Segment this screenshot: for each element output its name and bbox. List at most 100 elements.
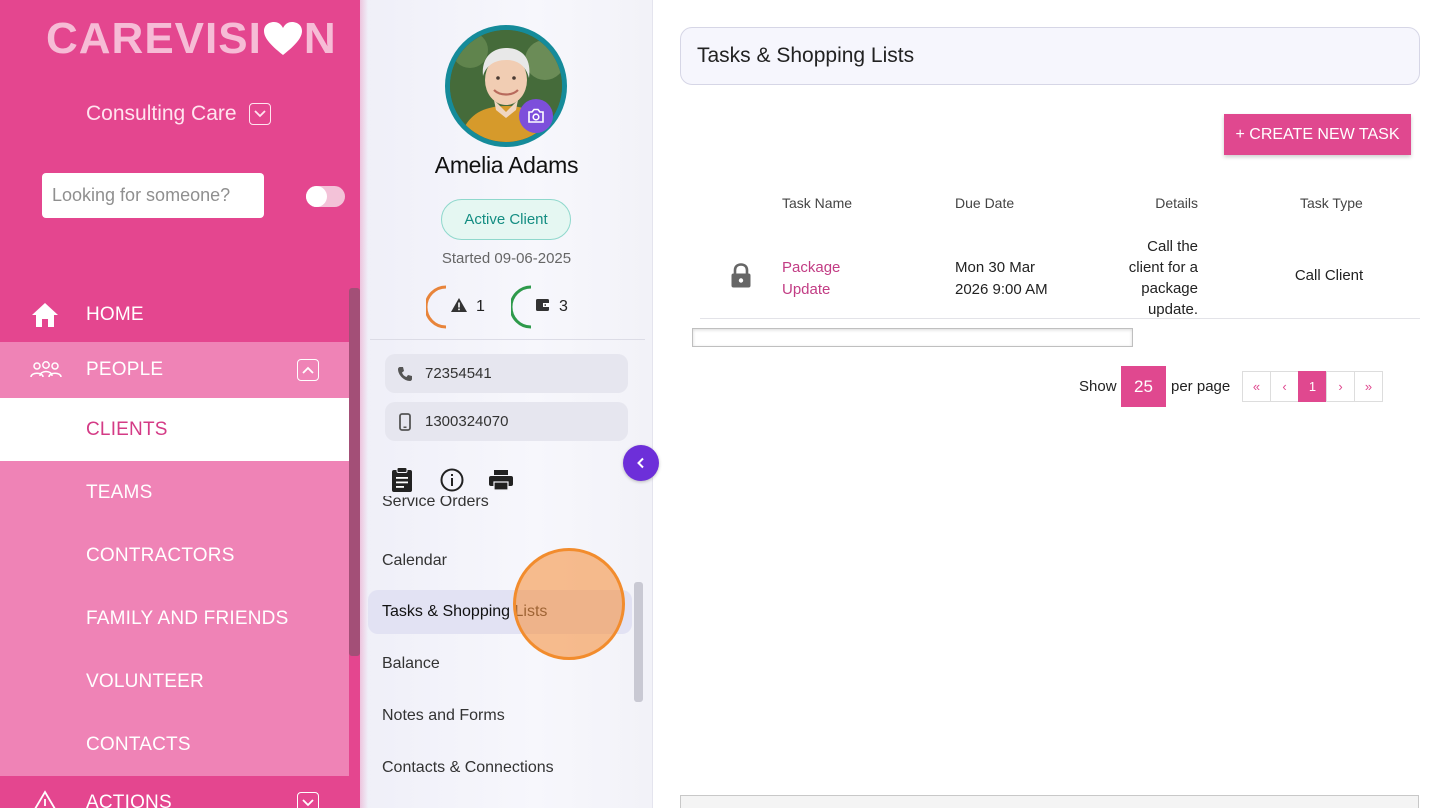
chevron-down-icon[interactable] xyxy=(248,103,271,125)
divider xyxy=(370,339,645,340)
org-name: Consulting Care xyxy=(86,102,237,125)
nav-volunteer[interactable]: VOLUNTEER xyxy=(0,650,349,713)
info-icon[interactable] xyxy=(438,466,466,494)
table-scrollbar[interactable] xyxy=(692,328,1133,347)
click-highlight xyxy=(513,548,625,660)
menu-item-label: Contacts & Connections xyxy=(382,759,554,776)
wallet-ring-icon xyxy=(511,285,532,329)
nav-clients[interactable]: CLIENTS xyxy=(0,398,349,461)
task-name-line: Update xyxy=(782,281,831,298)
menu-item-contacts[interactable]: Contacts & Connections xyxy=(368,746,632,790)
phone-number: 72354541 xyxy=(425,365,492,382)
wallet-icon xyxy=(535,297,551,318)
alerts-stat[interactable]: 1 xyxy=(426,284,485,330)
details-line: client for a xyxy=(1128,259,1198,276)
prev-page-button[interactable]: ‹ xyxy=(1270,371,1299,402)
logo-text-right: N xyxy=(303,14,337,63)
nav-contacts-label: CONTACTS xyxy=(86,733,191,755)
create-task-button[interactable]: + CREATE NEW TASK xyxy=(1224,114,1411,155)
nav-family-and-friends[interactable]: FAMILY AND FRIENDS xyxy=(0,587,349,650)
client-panel: Amelia Adams Active Client Started 09-06… xyxy=(360,0,653,808)
task-type: Call Client xyxy=(1294,267,1364,284)
next-page-button[interactable]: › xyxy=(1326,371,1355,402)
phone-field[interactable]: 72354541 xyxy=(385,354,628,393)
nav-teams[interactable]: TEAMS xyxy=(0,461,349,524)
wallet-count: 3 xyxy=(559,298,568,315)
nav-teams-label: TEAMS xyxy=(86,481,153,503)
pagination: « ‹ 1 › » xyxy=(1242,371,1383,402)
nav-clients-label: CLIENTS xyxy=(86,418,168,440)
sidebar-scrollbar[interactable] xyxy=(349,288,360,656)
column-header-details[interactable]: Details xyxy=(1150,195,1198,211)
menu-item-label: Balance xyxy=(382,655,440,672)
details-line: Call the xyxy=(1147,238,1198,255)
warning-icon xyxy=(450,297,468,318)
carevision-logo[interactable]: CAREVISI N xyxy=(46,14,337,68)
home-icon xyxy=(30,301,60,329)
column-header-task-type[interactable]: Task Type xyxy=(1300,195,1363,211)
show-label: Show xyxy=(1079,378,1117,395)
org-selector[interactable]: Consulting Care xyxy=(86,102,271,126)
client-start-date: Started 09-06-2025 xyxy=(441,250,572,267)
per-page-select[interactable]: 25 xyxy=(1121,366,1166,407)
page-title: Tasks & Shopping Lists xyxy=(697,44,915,67)
nav-actions[interactable]: ACTIONS xyxy=(0,776,349,808)
lock-icon xyxy=(730,263,752,294)
details-line: package xyxy=(1141,280,1198,297)
task-name-line: Package xyxy=(782,259,841,276)
nav-contacts[interactable]: CONTACTS xyxy=(0,713,349,776)
chevron-left-icon xyxy=(637,457,644,469)
nav-contractors[interactable]: CONTRACTORS xyxy=(0,524,349,587)
view-toggle[interactable] xyxy=(306,186,345,207)
nav-actions-label: ACTIONS xyxy=(86,792,172,808)
wallet-stat[interactable]: 3 xyxy=(511,284,568,330)
task-due-date: Mon 30 Mar 2026 9:00 AM xyxy=(955,257,1075,301)
column-header-due-date[interactable]: Due Date xyxy=(955,195,1014,211)
client-name: Amelia Adams xyxy=(434,152,579,178)
warning-icon xyxy=(30,790,60,808)
menu-item-notes[interactable]: Notes and Forms xyxy=(368,694,632,738)
nav-people[interactable]: PEOPLE xyxy=(0,342,349,398)
mobile-field[interactable]: 1300324070 xyxy=(385,402,628,441)
nav-family-label: FAMILY AND FRIENDS xyxy=(86,607,289,629)
nav-home-label: HOME xyxy=(86,303,144,325)
due-date-line: 2026 9:00 AM xyxy=(955,281,1048,298)
page-button-current[interactable]: 1 xyxy=(1298,371,1327,402)
nav-contractors-label: CONTRACTORS xyxy=(86,544,235,566)
mobile-number: 1300324070 xyxy=(425,413,509,430)
chevron-up-icon[interactable] xyxy=(297,359,319,381)
print-icon[interactable] xyxy=(487,466,515,494)
client-avatar[interactable] xyxy=(445,25,567,147)
status-badge: Active Client xyxy=(441,199,571,240)
task-details: Call the client for a package update. xyxy=(1108,236,1198,320)
people-icon xyxy=(30,360,62,380)
last-page-button[interactable]: » xyxy=(1354,371,1383,402)
people-search-input[interactable] xyxy=(42,173,264,218)
phone-icon xyxy=(385,366,425,382)
nav-people-label: PEOPLE xyxy=(86,359,164,380)
chevron-down-icon[interactable] xyxy=(297,792,319,808)
first-page-button[interactable]: « xyxy=(1242,371,1271,402)
logo-text-left: CAREVISI xyxy=(46,14,262,63)
collapse-panel-button[interactable] xyxy=(623,445,659,481)
menu-item-label: Calendar xyxy=(382,552,447,569)
menu-item-service-orders[interactable]: Service Orders xyxy=(368,496,632,516)
menu-item-label: Notes and Forms xyxy=(382,707,505,724)
menu-item-label: Service Orders xyxy=(382,496,489,510)
toggle-knob xyxy=(306,186,327,207)
bottom-scrollbar[interactable] xyxy=(680,795,1419,808)
alerts-ring-icon xyxy=(426,285,447,329)
task-name-link[interactable]: Package Update xyxy=(782,257,872,301)
clipboard-icon[interactable] xyxy=(388,466,416,494)
column-header-task-name[interactable]: Task Name xyxy=(782,195,852,211)
details-line: update. xyxy=(1147,301,1198,318)
main-sidebar: CAREVISI N Consulting Care HOME PEOPLE CL… xyxy=(0,0,360,808)
camera-icon[interactable] xyxy=(519,99,553,133)
mobile-icon xyxy=(385,412,425,431)
menu-scrollbar[interactable] xyxy=(634,582,643,702)
due-date-line: Mon 30 Mar xyxy=(955,259,1036,276)
nav-volunteer-label: VOLUNTEER xyxy=(86,670,204,692)
nav-home[interactable]: HOME xyxy=(0,287,349,342)
page-header: Tasks & Shopping Lists xyxy=(680,27,1420,85)
per-page-label: per page xyxy=(1171,378,1231,395)
